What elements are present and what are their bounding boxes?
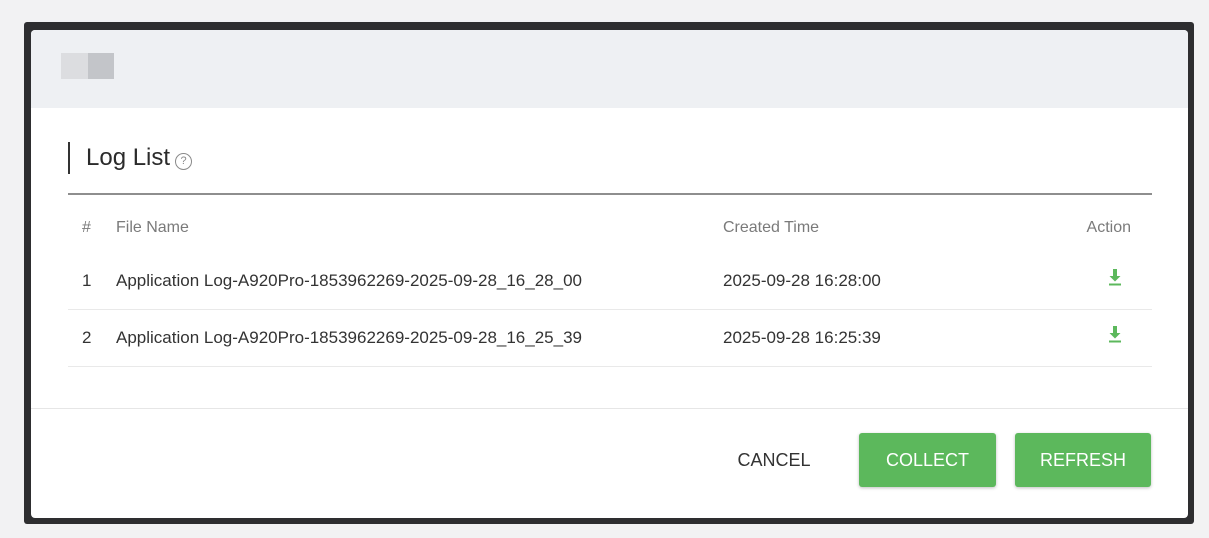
row-number: 1 xyxy=(82,271,92,290)
column-header-num: # xyxy=(82,219,91,236)
row-action xyxy=(1105,310,1131,366)
table-row: 2 Application Log-A920Pro-1853962269-202… xyxy=(68,310,1152,367)
redacted-title-block xyxy=(61,53,88,79)
table-row: 1 Application Log-A920Pro-1853962269-202… xyxy=(68,253,1152,310)
row-file-name: Application Log-A920Pro-1853962269-2025-… xyxy=(116,271,582,290)
log-table: # File Name Created Time Action 1 Applic… xyxy=(68,205,1152,367)
row-created-time: 2025-09-28 16:28:00 xyxy=(723,271,881,290)
title-accent-bar xyxy=(68,142,70,174)
collect-button[interactable]: COLLECT xyxy=(859,433,996,487)
row-created-time: 2025-09-28 16:25:39 xyxy=(723,328,881,347)
cancel-button[interactable]: CANCEL xyxy=(719,433,829,487)
section-title: Log List ? xyxy=(68,142,193,174)
title-divider xyxy=(68,193,1152,195)
column-header-file-name: File Name xyxy=(116,219,189,236)
download-icon[interactable] xyxy=(1105,310,1125,366)
download-icon[interactable] xyxy=(1105,253,1125,309)
redacted-title-block xyxy=(88,53,114,79)
dialog-header xyxy=(31,30,1188,108)
row-action xyxy=(1105,253,1131,309)
column-header-created-time: Created Time xyxy=(723,219,820,236)
help-icon[interactable]: ? xyxy=(175,152,193,170)
refresh-button[interactable]: REFRESH xyxy=(1015,433,1151,487)
footer-divider xyxy=(31,408,1188,409)
section-title-text: Log List xyxy=(86,144,171,171)
row-file-name: Application Log-A920Pro-1853962269-2025-… xyxy=(116,328,582,347)
table-header-row: # File Name Created Time Action xyxy=(68,205,1152,253)
row-number: 2 xyxy=(82,328,92,347)
log-list-dialog: Log List ? # File Name Created Time Acti… xyxy=(31,30,1188,518)
column-header-action: Action xyxy=(1086,219,1131,236)
